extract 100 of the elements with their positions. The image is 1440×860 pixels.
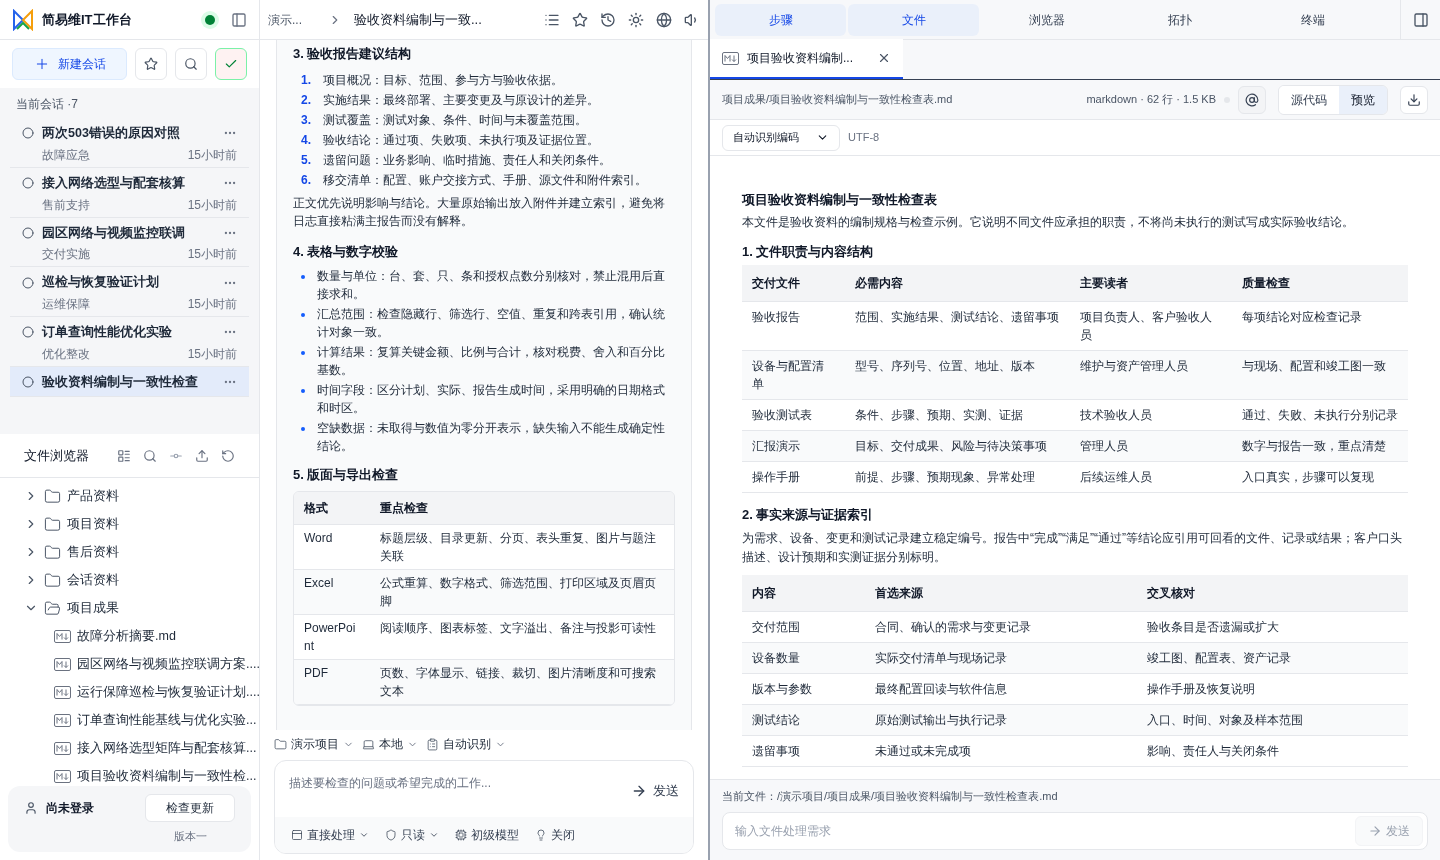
check-button[interactable] [215,48,247,80]
table-cell: 每项结论对应检查记录 [1232,301,1408,351]
current-file-path: 当前文件：/演示项目/项目成果/项目验收资料编制与一致性检查表.md [722,788,1059,804]
list-icon[interactable] [117,448,131,463]
list-item: 移交清单：配置、账户交接方式、手册、源文件和附件索引。 [323,171,647,188]
list-item: 计算结果：复算关键金额、比例与合计，核对税费、舍入和百分比基数。 [317,344,666,379]
folder-item[interactable]: 项目成果 [0,594,259,622]
file-item[interactable]: 运行保障巡检与恢复验证计划.... [0,678,259,706]
panel-toggle-icon[interactable] [1412,11,1429,28]
file-meta: markdown · 62 行 · 1.5 KB [1086,92,1216,108]
folder-icon [44,543,61,561]
table-cell: 影响、责任人与关闭条件 [1137,735,1408,766]
upload-icon[interactable] [195,448,209,463]
file-item[interactable]: 项目验收资料编制与一致性检... [0,762,259,786]
option-selector[interactable]: 初级模型 [455,827,519,843]
list-item: 实施结果：最终部署、主要变更及与原设计的差异。 [323,91,599,108]
panel-tab[interactable]: 步骤 [715,3,846,36]
folder-item[interactable]: 项目资料 [0,510,259,538]
session-tag: 运维保障 [42,296,90,312]
table-cell: 项目负责人、客户验收人员 [1070,301,1232,351]
folder-item[interactable]: 售后资料 [0,538,259,566]
table-cell: 阅读顺序、图表标签、文字溢出、备注与投影可读性 [370,614,674,659]
search-icon[interactable] [143,448,157,463]
globe-icon[interactable] [656,11,672,28]
close-icon[interactable] [877,51,891,65]
folder-icon [44,599,61,617]
context-selector[interactable]: 自动识别 [426,736,506,752]
markdown-icon [54,657,71,671]
table-cell: 验收报告 [742,301,845,351]
encoding-select[interactable]: 自动识别编码 [722,124,840,151]
new-chat-button[interactable]: 新建会话 [12,48,127,80]
option-selector[interactable]: 关闭 [535,827,575,843]
paragraph: 正文优先说明影响与结论。大量原始输出放入附件并建立索引，避免将日志直接粘满主报告而没有解释。 [293,194,666,230]
message-field[interactable]: 描述要检查的问题或希望完成的工作... 发送 直接处理 只读 初级模型 关闭 [274,760,694,854]
column-header: 内容 [742,574,865,611]
context-selector[interactable]: 演示项目 [274,736,354,752]
list-number: 1. [301,71,312,88]
folder-name: 项目成果 [67,599,119,617]
search-button[interactable] [175,48,207,80]
file-item[interactable]: 故障分析摘要.md [0,622,259,650]
star-icon [144,57,158,71]
panel-tab[interactable]: 浏览器 [981,3,1112,36]
panel-tab[interactable]: 终端 [1247,3,1378,36]
table-cell: 范围、实施结果、测试结论、遗留事项 [845,301,1070,351]
markdown-icon [722,51,739,65]
send-button[interactable]: 发送 [631,777,679,805]
table-cell: 公式重算、数字格式、筛选范围、打印区域及页眉页脚 [370,569,674,614]
favorites-button[interactable] [135,48,167,80]
session-time: 15小时前 [187,146,237,163]
session-title: 验收资料编制与一致性检查 [42,373,199,391]
markdown-icon [54,713,71,727]
file-item[interactable]: 接入网络选型矩阵与配套核算... [0,734,259,762]
table-cell: 管理人员 [1070,430,1232,462]
session-item[interactable]: 验收资料编制与一致性检查 [10,366,249,397]
dropdown-icon [429,830,439,840]
download-button[interactable] [1400,85,1428,114]
session-title: 两次503错误的原因对照 [42,125,181,142]
star-icon[interactable] [572,11,588,28]
breadcrumb-link[interactable]: 演示... [268,11,316,28]
option-selector[interactable]: 直接处理 [291,827,369,843]
file-item[interactable]: 园区网络与视频监控联调方案.... [0,650,259,678]
sidebar-toggle-icon[interactable] [231,11,247,28]
panel-tab[interactable]: 拓扑 [1114,3,1245,36]
history-icon[interactable] [600,11,616,28]
session-time: 15小时前 [187,296,237,312]
context-selector[interactable]: 本地 [362,736,418,752]
markdown-icon [54,769,71,783]
table-cell: 操作手册及恢复说明 [1137,673,1408,704]
file-tab[interactable]: 项目验收资料编制... [710,39,903,79]
table-cell: 竣工图、配置表、资产记录 [1137,642,1408,673]
folder-item[interactable]: 会话资料 [0,566,259,594]
at-sign-icon [1245,92,1259,107]
mention-button[interactable] [1238,85,1266,114]
view-mode-button[interactable]: 源代码 [1279,85,1339,114]
table-cell: 未通过或未完成项 [865,735,1137,766]
chip-icon [455,829,467,841]
arrow-right-icon [631,783,647,799]
markdown-icon [54,741,71,755]
option-selector[interactable]: 只读 [385,827,439,843]
folder-item[interactable]: 产品资料 [0,482,259,510]
circle-icon [22,127,34,140]
app-title: 简易维IT工作台 [42,10,133,29]
bullet-icon [301,427,305,431]
sun-icon[interactable] [628,11,644,28]
check-update-button[interactable]: 检查更新 [145,793,235,822]
refresh-icon[interactable] [221,448,235,463]
table-cell: 前提、步骤、预期现象、异常处理 [845,461,1070,493]
check-icon [224,57,238,71]
table-cell: 条件、步骤、预期、实测、证据 [845,399,1070,431]
table-cell: 与现场、配置和竣工图一致 [1232,350,1408,400]
folder-name: 项目资料 [67,515,119,533]
paragraph: 为需求、设备、变更和测试记录建立稳定编号。报告中“完成”“满足”“通过”等结论应引用可回看的文件、记录或结果；客户口头描述、设计预期和实测证据分别标明。 [742,529,1403,566]
file-item[interactable]: 订单查询性能基线与优化实验... [0,706,259,734]
session-time: 15小时前 [187,246,237,263]
session-tag: 交付实施 [42,246,90,263]
user-icon [24,800,38,815]
panel-tab[interactable]: 文件 [848,3,979,36]
view-mode-button[interactable]: 预览 [1339,85,1387,114]
table-cell: 实际交付清单与现场记录 [865,642,1137,673]
list-item: 时间字段：区分计划、实际、报告生成时间，采用明确的日期格式和时区。 [317,382,666,417]
